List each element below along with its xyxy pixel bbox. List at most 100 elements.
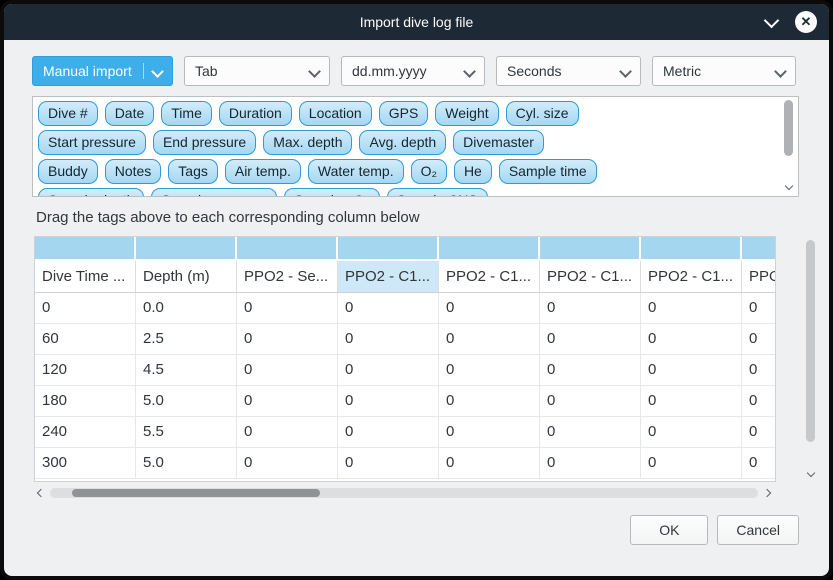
tag-divemaster[interactable]: Divemaster <box>453 130 544 155</box>
table-header-row: Dive Time ...Depth (m)PPO2 - Se...PPO2 -… <box>35 261 776 293</box>
tag-weight[interactable]: Weight <box>435 101 498 126</box>
duration-format-select[interactable]: Seconds <box>496 56 641 86</box>
chevron-right-icon <box>763 489 771 497</box>
tag-air-temp[interactable]: Air temp. <box>225 159 301 184</box>
units-select[interactable]: Metric <box>652 56 796 86</box>
table-row: 2405.5000000 <box>35 417 776 448</box>
units-value: Metric <box>663 63 701 79</box>
tag-row: Buddy NotesTags Air temp. Water temp. O₂ He Sa… <box>38 159 776 184</box>
tags-scrollbar-thumb[interactable] <box>784 100 793 156</box>
table-cell: 2.5 <box>136 324 237 354</box>
tag-sample-time[interactable]: Sample time <box>499 159 597 184</box>
duration-format-value: Seconds <box>507 63 561 79</box>
scroll-right-button[interactable] <box>760 486 774 500</box>
table-cell: 0 <box>338 417 439 447</box>
tag-water-temp[interactable]: Water temp. <box>308 159 404 184</box>
table-cell: 0 <box>237 324 338 354</box>
table-cell: 0 <box>439 355 540 385</box>
drop-target-cell[interactable] <box>237 237 338 261</box>
dropdown-separator <box>300 63 301 79</box>
field-separator-select[interactable]: Tab <box>184 56 330 86</box>
table-cell: 0 <box>439 448 540 478</box>
table-cell: 0 <box>641 386 742 416</box>
tag-gps[interactable]: GPS <box>379 101 429 126</box>
table-cell: 5.0 <box>136 448 237 478</box>
table-cell: 0 <box>641 324 742 354</box>
tag-sample-cns[interactable]: Sample CNS <box>387 188 488 197</box>
column-header: PPO2 - C1... <box>338 261 439 292</box>
chevron-down-icon <box>463 65 476 78</box>
table-scroll-down-button[interactable] <box>804 467 817 480</box>
import-mode-select[interactable]: Manual import <box>32 56 173 86</box>
tag-notes[interactable]: Notes <box>105 159 162 184</box>
tag-buddy[interactable]: Buddy <box>38 159 98 184</box>
drop-target-cell[interactable] <box>439 237 540 261</box>
table-cell: 0 <box>540 417 641 447</box>
horizontal-scrollbar[interactable] <box>34 485 774 501</box>
table-cell: 5.0 <box>136 386 237 416</box>
tags-scrollbar[interactable] <box>782 100 795 193</box>
tag-duration[interactable]: Duration <box>219 101 292 126</box>
titlebar-icons: ✕ <box>761 4 817 40</box>
instruction-label: Drag the tags above to each correspondin… <box>36 209 799 226</box>
table-cell: 180 <box>35 386 136 416</box>
tag-tags[interactable]: Tags <box>168 159 218 184</box>
table-cell: 240 <box>35 417 136 447</box>
tag-sample-depth[interactable]: Sample depth <box>38 188 144 197</box>
scroll-left-button[interactable] <box>34 486 48 500</box>
ok-button[interactable]: OK <box>630 515 708 545</box>
table-cell: 0 <box>641 448 742 478</box>
tag-o[interactable]: O₂ <box>411 159 447 184</box>
tag-he[interactable]: He <box>454 159 492 184</box>
drop-target-cell[interactable] <box>742 237 776 261</box>
tag-sample-pressure[interactable]: Sample pressure <box>151 188 277 197</box>
close-button[interactable]: ✕ <box>795 11 817 33</box>
horizontal-scrollbar-thumb[interactable] <box>72 489 320 497</box>
titlebar-menu-button[interactable] <box>761 12 781 32</box>
table-row: 1204.5000000 <box>35 355 776 386</box>
tag-location[interactable]: Location <box>299 101 372 126</box>
table-cell: 0 <box>641 293 742 323</box>
tag-end-pressure[interactable]: End pressure <box>153 130 256 155</box>
tag-max-depth[interactable]: Max. depth <box>263 130 352 155</box>
drop-target-cell[interactable] <box>35 237 136 261</box>
table-zone: Dive Time ...Depth (m)PPO2 - Se...PPO2 -… <box>34 236 799 482</box>
chevron-down-icon <box>784 181 792 189</box>
drop-target-cell[interactable] <box>136 237 237 261</box>
dropdown-separator <box>143 63 144 79</box>
tag-row: Dive # DateTime Duration Location GPSWeight C… <box>38 101 776 126</box>
table-cell: 0 <box>742 355 776 385</box>
table-cell: 0 <box>439 324 540 354</box>
cancel-button[interactable]: Cancel <box>717 515 799 545</box>
table-cell: 0 <box>540 324 641 354</box>
chevron-down-icon <box>806 468 814 476</box>
table-cell: 0 <box>742 386 776 416</box>
drop-target-cell[interactable] <box>540 237 641 261</box>
drop-target-cell[interactable] <box>641 237 742 261</box>
table-body: 00.0000000602.50000001204.50000001805.00… <box>35 293 775 479</box>
drop-target-cell[interactable] <box>338 237 439 261</box>
horizontal-scrollbar-track[interactable] <box>50 488 758 498</box>
tag-avg-depth[interactable]: Avg. depth <box>359 130 446 155</box>
table-cell: 0 <box>540 355 641 385</box>
chevron-down-icon <box>308 65 321 78</box>
drop-target-row <box>35 237 776 261</box>
column-header: PPO2 <box>742 261 776 292</box>
tag-time[interactable]: Time <box>161 101 212 126</box>
table-cell: 0 <box>237 386 338 416</box>
date-format-select[interactable]: dd.mm.yyyy <box>341 56 485 86</box>
dialog-buttons: OK Cancel <box>32 515 799 545</box>
table-cell: 0 <box>742 324 776 354</box>
table-cell: 0 <box>338 355 439 385</box>
tag-date[interactable]: Date <box>105 101 155 126</box>
tags-panel: Dive # DateTime Duration Location GPSWeight C… <box>32 96 799 197</box>
table-scrollbar[interactable] <box>804 238 817 480</box>
tags-scroll-down-button[interactable] <box>782 180 795 193</box>
table-scrollbar-thumb[interactable] <box>806 240 815 442</box>
table-cell: 0 <box>338 386 439 416</box>
tag-sample-po[interactable]: Sample pO₂ <box>284 188 379 197</box>
tag-start-pressure[interactable]: Start pressure <box>38 130 146 155</box>
tag-cyl-size[interactable]: Cyl. size <box>506 101 579 126</box>
tag-dive[interactable]: Dive # <box>38 101 98 126</box>
table-cell: 0 <box>439 417 540 447</box>
